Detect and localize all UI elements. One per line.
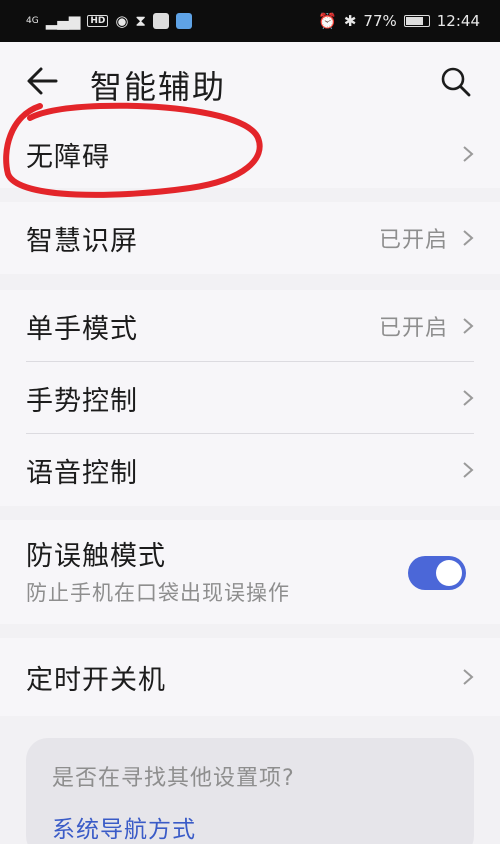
row-accessibility[interactable]: 无障碍 <box>0 120 500 188</box>
clock: 12:44 <box>436 12 480 30</box>
row-label: 单手模式 <box>26 313 138 345</box>
row-label: 防误触模式 <box>26 541 166 572</box>
chevron-right-icon <box>463 462 474 478</box>
notification-app-icon-2 <box>175 13 192 29</box>
suggestion-title: 是否在寻找其他设置项? <box>52 766 295 791</box>
battery-icon <box>403 15 430 27</box>
suggestion-card: 是否在寻找其他设置项? 系统导航方式 <box>26 738 474 844</box>
row-label: 定时开关机 <box>26 664 166 696</box>
chevron-right-icon <box>463 146 474 162</box>
status-bar: 4G ▂▄▆ HD ◉ ⧗ ⏰ ✱ 77% 12:44 <box>0 0 500 42</box>
status-value: 已开启 <box>378 316 448 341</box>
row-smart-screen[interactable]: 智慧识屏 已开启 <box>0 202 500 274</box>
signal-bars-icon: ▂▄▆ <box>45 12 81 30</box>
status-value: 已开启 <box>378 228 448 253</box>
alarm-icon: ⏰ <box>318 12 337 30</box>
hd-badge: HD <box>87 15 109 27</box>
row-label: 手势控制 <box>26 385 138 417</box>
hourglass-icon: ⧗ <box>135 12 146 30</box>
group-anti-mistouch: 防误触模式 防止手机在口袋出现误操作 <box>0 520 500 624</box>
group-controls: 单手模式 已开启 手势控制 语音控制 <box>0 290 500 506</box>
signal-icon: 4G <box>26 15 39 26</box>
row-one-hand-mode[interactable]: 单手模式 已开启 <box>0 290 500 362</box>
battery-fill <box>405 17 423 25</box>
row-gesture-control[interactable]: 手势控制 <box>0 362 500 434</box>
arrow-left-icon[interactable] <box>26 66 60 96</box>
row-label: 智慧识屏 <box>26 225 138 257</box>
battery-percent: 77% <box>363 12 397 30</box>
row-subtitle: 防止手机在口袋出现误操作 <box>26 581 290 605</box>
chevron-right-icon <box>463 230 474 246</box>
row-label: 无障碍 <box>26 141 110 173</box>
bluetooth-icon: ✱ <box>343 12 357 30</box>
notification-app-icon <box>152 13 169 29</box>
group-accessibility: 无障碍 <box>0 120 500 188</box>
chevron-right-icon <box>463 318 474 334</box>
suggestion-link[interactable]: 系统导航方式 <box>52 810 448 844</box>
status-right: ⏰ ✱ 77% 12:44 <box>318 12 480 30</box>
toggle-knob <box>436 560 462 586</box>
group-smart-screen: 智慧识屏 已开启 <box>0 202 500 274</box>
status-left: 4G ▂▄▆ HD ◉ ⧗ <box>26 12 192 30</box>
anti-mistouch-text: 防误触模式 防止手机在口袋出现误操作 <box>26 534 290 607</box>
chevron-right-icon <box>463 390 474 406</box>
chevron-right-icon <box>463 669 474 685</box>
row-scheduled-power[interactable]: 定时开关机 <box>0 638 500 716</box>
search-icon[interactable] <box>440 66 472 98</box>
row-label: 语音控制 <box>26 457 138 489</box>
app-header: 智能辅助 <box>0 42 500 120</box>
eye-icon: ◉ <box>115 12 129 30</box>
anti-mistouch-toggle[interactable] <box>408 556 466 590</box>
group-scheduled-power: 定时开关机 <box>0 638 500 716</box>
page-title: 智能辅助 <box>90 68 227 106</box>
row-voice-control[interactable]: 语音控制 <box>0 434 500 506</box>
